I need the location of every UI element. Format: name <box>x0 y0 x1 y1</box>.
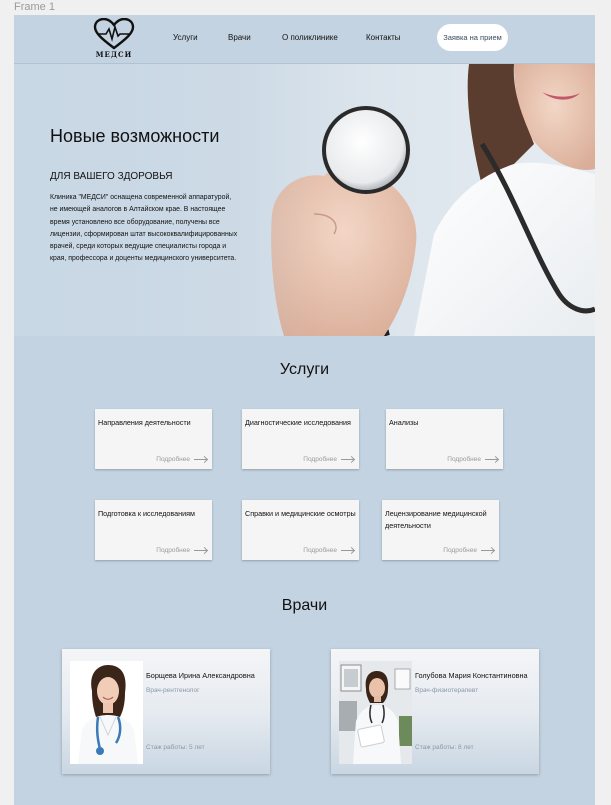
canvas-label: Frame 1 <box>14 1 55 13</box>
arrow-right-icon <box>341 459 354 460</box>
more-link[interactable]: Подробнее <box>156 547 207 554</box>
nav-contacts[interactable]: Контакты <box>366 33 401 42</box>
header: МЕДСИ Услуги Врачи О поликлинике Контакт… <box>14 15 595 64</box>
service-card-diagnostics[interactable]: Диагностические исследования Подробнее <box>242 409 359 469</box>
more-link-label: Подробнее <box>447 456 481 463</box>
more-link[interactable]: Подробнее <box>303 456 354 463</box>
arrow-right-icon <box>485 459 498 460</box>
hero-description: Клиника "МЕДСИ" оснащена современной апп… <box>50 194 238 263</box>
arrow-right-icon <box>481 550 494 551</box>
arrow-right-icon <box>194 550 207 551</box>
doctor-name: Борщева Ирина Александровна <box>146 671 255 680</box>
more-link[interactable]: Подробнее <box>447 456 498 463</box>
hero-title: Новые возможности <box>50 126 220 146</box>
doctor-role: Врач-рентгенолог <box>146 687 200 694</box>
nav-about[interactable]: О поликлинике <box>282 33 338 42</box>
service-card-title: Направления деятельности <box>98 418 191 427</box>
doctors-title: Врачи <box>281 597 328 614</box>
doctor-experience: Стаж работы: 5 лет <box>146 744 205 751</box>
nav-services[interactable]: Услуги <box>173 33 198 42</box>
hero-subtitle: ДЛЯ ВАШЕГО ЗДОРОВЬЯ <box>50 171 173 182</box>
arrow-right-icon <box>341 550 354 551</box>
doctor-photo <box>339 661 412 764</box>
logo[interactable]: МЕДСИ <box>92 18 136 60</box>
more-link-label: Подробнее <box>156 456 190 463</box>
service-card-title: Анализы <box>389 418 419 427</box>
doctor-experience: Стаж работы: 8 лет <box>415 744 474 751</box>
more-link-label: Подробнее <box>443 547 477 554</box>
appointment-button[interactable]: Заявка на прием <box>437 24 508 51</box>
nav-doctors[interactable]: Врачи <box>228 33 251 42</box>
service-card-title: Лецензирование медицинской деятельности <box>385 509 487 530</box>
page-frame: МЕДСИ Услуги Врачи О поликлинике Контакт… <box>14 15 595 805</box>
more-link-label: Подробнее <box>156 547 190 554</box>
service-card-preparation[interactable]: Подготовка к исследованиям Подробнее <box>95 500 212 560</box>
more-link[interactable]: Подробнее <box>303 547 354 554</box>
service-card-title: Диагностические исследования <box>245 418 351 427</box>
arrow-right-icon <box>194 459 207 460</box>
doctor-card[interactable]: Голубова Мария Константиновна Врач-физио… <box>331 649 539 774</box>
service-card-licensing[interactable]: Лецензирование медицинской деятельности … <box>382 500 499 560</box>
more-link-label: Подробнее <box>303 456 337 463</box>
doctor-name: Голубова Мария Константиновна <box>415 671 528 680</box>
services-title: Услуги <box>279 361 330 378</box>
doctor-card[interactable]: Борщева Ирина Александровна Врач-рентген… <box>62 649 270 774</box>
doctor-portrait-image <box>70 661 143 764</box>
doctor-role: Врач-физиотерапевт <box>415 687 479 694</box>
more-link[interactable]: Подробнее <box>443 547 494 554</box>
heart-pulse-icon <box>93 18 135 50</box>
more-link-label: Подробнее <box>303 547 337 554</box>
doctor-portrait-image <box>339 661 412 764</box>
service-card-title: Подготовка к исследованиям <box>98 509 195 518</box>
service-card-directions[interactable]: Направления деятельности Подробнее <box>95 409 212 469</box>
hero-banner: Новые возможности ДЛЯ ВАШЕГО ЗДОРОВЬЯ Кл… <box>14 64 595 336</box>
service-card-analyses[interactable]: Анализы Подробнее <box>386 409 503 469</box>
service-card-certificates[interactable]: Справки и медицинские осмотры Подробнее <box>242 500 359 560</box>
more-link[interactable]: Подробнее <box>156 456 207 463</box>
doctor-photo <box>70 661 143 764</box>
logo-text: МЕДСИ <box>95 50 133 59</box>
service-card-title: Справки и медицинские осмотры <box>245 509 356 518</box>
